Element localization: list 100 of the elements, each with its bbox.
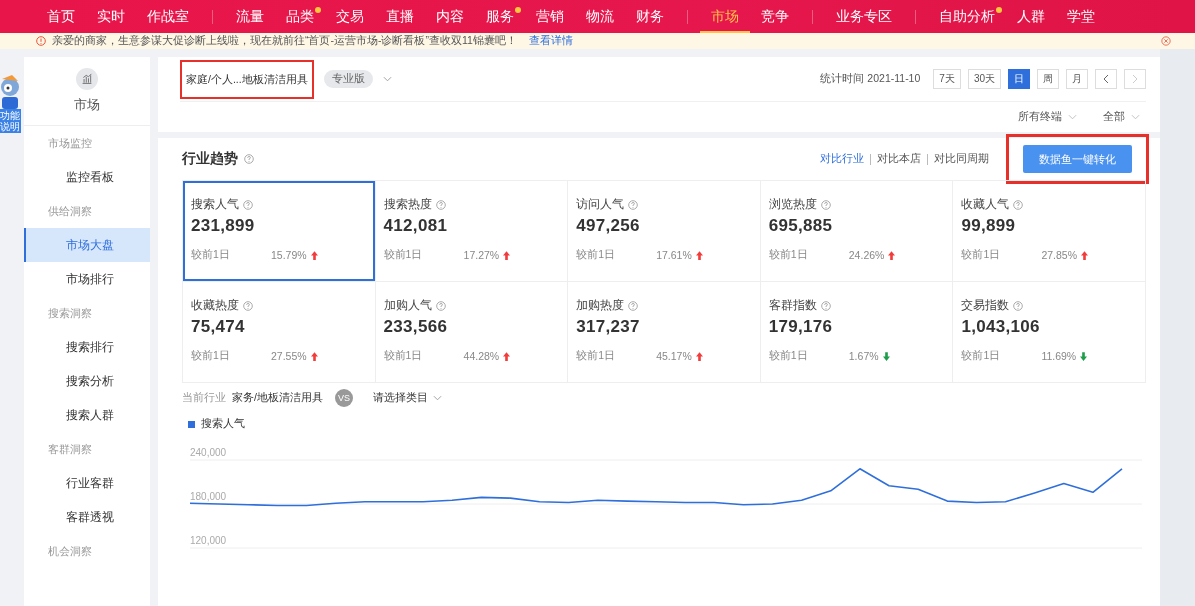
metric-name: 加购热度 bbox=[576, 298, 625, 313]
nav-tab[interactable]: 财务 bbox=[625, 0, 675, 33]
nav-tab[interactable]: 自助分析 bbox=[928, 0, 1006, 33]
sidebar-item[interactable]: 搜索排行 bbox=[24, 330, 150, 364]
filter-dropdown[interactable]: 所有终端 bbox=[1018, 110, 1077, 124]
nav-tab[interactable]: 竞争 bbox=[750, 0, 800, 33]
nav-tab[interactable]: 内容 bbox=[425, 0, 475, 33]
metric-value: 1,043,106 bbox=[961, 317, 1041, 337]
notice-text: 亲爱的商家，生意参谋大促诊断上线啦，现在就前往“首页-运营市场-诊断看板”查收双11锦囊吧！ bbox=[52, 34, 517, 48]
section-heading: 客群洞察 bbox=[47, 442, 93, 457]
change-percent: 17.61% bbox=[656, 249, 692, 261]
compare-link[interactable]: 对比同周期 bbox=[934, 152, 989, 166]
y-axis-label: 180,000 bbox=[190, 491, 227, 502]
y-axis-label: 240,000 bbox=[190, 447, 227, 458]
compare-label: 较前1日 bbox=[576, 248, 617, 262]
metric-name: 客群指数 bbox=[768, 298, 817, 313]
change-percent: 44.28% bbox=[463, 350, 500, 362]
nav-tab[interactable]: 业务专区 bbox=[825, 0, 903, 33]
sidebar-item[interactable]: 搜索分析 bbox=[24, 364, 150, 398]
metric-card[interactable]: 搜索热度 412,081 较前1日 17.27% bbox=[374, 181, 568, 281]
nav-tab[interactable]: 交易 bbox=[325, 0, 375, 33]
category-path[interactable]: 家庭/个人...地板清洁用具 bbox=[186, 72, 308, 85]
metric-value: 75,474 bbox=[191, 317, 246, 337]
nav-tab[interactable]: 流量 bbox=[225, 0, 275, 33]
nav-tab[interactable]: 物流 bbox=[575, 0, 625, 33]
nav-tab[interactable]: 人群 bbox=[1006, 0, 1056, 33]
metric-value: 412,081 bbox=[383, 216, 449, 236]
compare-label: 较前1日 bbox=[383, 349, 424, 363]
change-percent: 17.27% bbox=[463, 249, 500, 261]
metric-card[interactable]: 浏览热度 695,885 较前1日 24.26% bbox=[759, 181, 953, 281]
sidebar-title: 市场 bbox=[74, 96, 100, 114]
nav-tab[interactable]: 实时 bbox=[86, 0, 136, 33]
compare-label: 较前1日 bbox=[383, 248, 424, 262]
period-button[interactable]: 7天 bbox=[933, 69, 961, 89]
nav-tab[interactable]: 作战室 bbox=[136, 0, 200, 33]
help-icon bbox=[435, 199, 446, 210]
metric-name: 访问人气 bbox=[576, 197, 625, 212]
metric-value: 231,899 bbox=[191, 216, 256, 236]
filter-dropdown[interactable]: 全部 bbox=[1103, 110, 1140, 124]
metric-card[interactable]: 客群指数 179,176 较前1日 1.67% bbox=[759, 282, 953, 382]
period-button[interactable]: 30天 bbox=[967, 69, 1001, 89]
change-percent: 1.67% bbox=[848, 350, 879, 362]
sidebar-item[interactable]: 市场大盘 bbox=[24, 228, 150, 262]
change-percent: 45.17% bbox=[656, 350, 692, 362]
change-percent: 11.69% bbox=[1041, 350, 1077, 362]
chevron-down-icon[interactable] bbox=[382, 76, 392, 82]
metric-card[interactable]: 访问人气 497,256 较前1日 17.61% bbox=[567, 181, 760, 281]
help-tab[interactable]: 功能说明 bbox=[0, 109, 21, 133]
metric-card[interactable]: 加购热度 317,237 较前1日 45.17% bbox=[567, 282, 760, 382]
metric-value: 695,885 bbox=[768, 216, 834, 236]
sidebar-item[interactable]: 客群透视 bbox=[24, 500, 150, 534]
sidebar-item[interactable]: 监控看板 bbox=[24, 160, 150, 194]
help-icon bbox=[628, 199, 639, 210]
period-button[interactable]: 日 bbox=[1008, 69, 1030, 89]
metric-value: 317,237 bbox=[576, 317, 641, 337]
metric-card[interactable]: 收藏人气 99,899 较前1日 27.85% bbox=[952, 181, 1145, 281]
period-button[interactable]: 月 bbox=[1066, 69, 1088, 89]
bar-chart-icon bbox=[76, 68, 98, 90]
metric-card[interactable]: 收藏热度 75,474 较前1日 27.55% bbox=[183, 282, 375, 382]
previous-button[interactable] bbox=[1095, 69, 1117, 89]
metric-card[interactable]: 加购人气 233,566 较前1日 44.28% bbox=[374, 282, 568, 382]
stat-time: 统计时间 2021-11-10 bbox=[820, 72, 921, 86]
section-heading: 市场监控 bbox=[47, 136, 93, 151]
section-heading: 供给洞察 bbox=[47, 204, 93, 219]
edition-tag: 专业版 bbox=[323, 70, 373, 88]
metric-card[interactable]: 搜索人气 231,899 较前1日 15.79% bbox=[183, 181, 375, 281]
compare-link[interactable]: 对比本店 bbox=[877, 152, 921, 166]
nav-tab[interactable]: 直播 bbox=[375, 0, 425, 33]
details-link[interactable]: 查看详情 bbox=[528, 34, 573, 48]
compare-label: 较前1日 bbox=[768, 349, 809, 363]
nav-tab[interactable]: 学堂 bbox=[1056, 0, 1106, 33]
metric-card[interactable]: 交易指数 1,043,106 较前1日 11.69% bbox=[952, 282, 1145, 382]
change-percent: 27.85% bbox=[1041, 249, 1077, 261]
nav-tab[interactable]: 营销 bbox=[525, 0, 575, 33]
sidebar-item[interactable]: 搜索人群 bbox=[24, 398, 150, 432]
nav-tab[interactable]: 首页 bbox=[36, 0, 86, 33]
section-heading: 机会洞察 bbox=[47, 544, 93, 559]
vs-badge: VS bbox=[334, 389, 353, 407]
chevron-down-icon bbox=[1131, 114, 1140, 120]
nav-tab[interactable]: 品类 bbox=[275, 0, 325, 33]
chevron-down-icon bbox=[1068, 114, 1077, 120]
metric-name: 收藏热度 bbox=[191, 298, 239, 313]
mascot-drawing bbox=[0, 73, 20, 109]
help-icon bbox=[243, 300, 253, 311]
industry-name: 家务/地板清洁用具 bbox=[232, 391, 323, 405]
metric-value: 99,899 bbox=[961, 216, 1017, 236]
change-percent: 24.26% bbox=[848, 249, 885, 261]
sidebar-item[interactable]: 行业客群 bbox=[24, 466, 150, 500]
period-button[interactable]: 周 bbox=[1037, 69, 1059, 89]
chevron-down-icon bbox=[432, 395, 442, 401]
help-icon bbox=[244, 154, 254, 164]
change-percent: 15.79% bbox=[271, 249, 307, 261]
close-icon[interactable] bbox=[1161, 36, 1171, 46]
nav-tab[interactable]: 服务 bbox=[475, 0, 525, 33]
compare-link[interactable]: 对比行业 bbox=[820, 152, 864, 166]
sidebar-item[interactable]: 市场排行 bbox=[24, 262, 150, 296]
category-select[interactable]: 请选择类目 bbox=[372, 391, 442, 405]
next-button[interactable] bbox=[1124, 69, 1146, 89]
metric-name: 搜索热度 bbox=[383, 197, 432, 212]
compare-label: 较前1日 bbox=[191, 349, 231, 363]
